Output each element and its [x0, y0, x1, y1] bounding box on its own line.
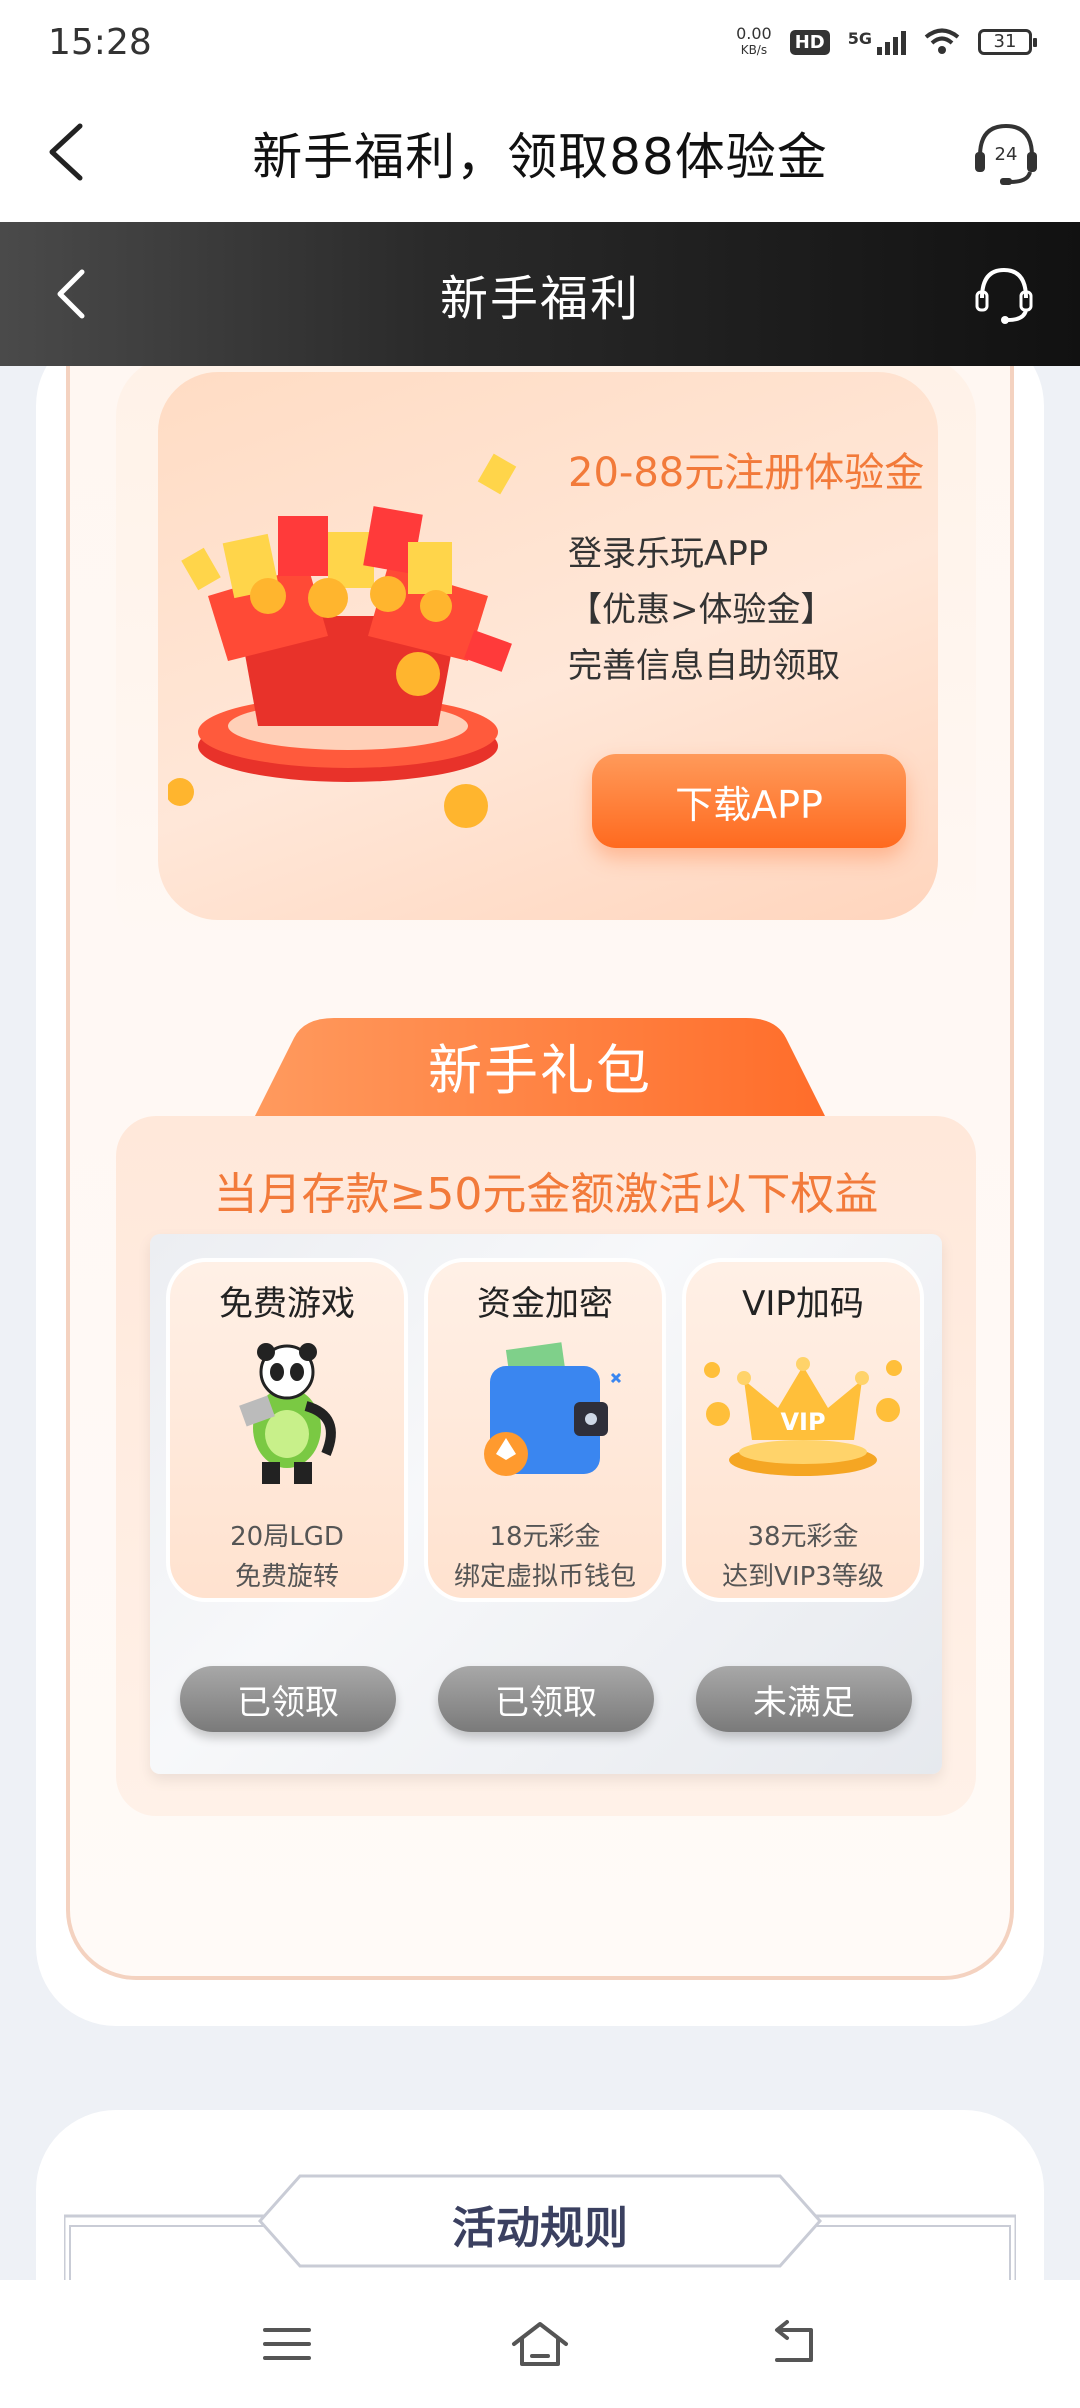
back-icon[interactable]	[38, 120, 98, 184]
claimed-button[interactable]: 已领取	[438, 1666, 654, 1732]
return-icon[interactable]	[761, 2316, 825, 2372]
benefit-condition: 绑定虚拟币钱包	[453, 1562, 636, 1592]
wifi-icon	[924, 28, 960, 54]
net-speed-unit: KB/s	[740, 43, 768, 57]
sub-header-title: 新手福利	[439, 271, 640, 327]
crypto-wallet-icon	[484, 1342, 622, 1476]
headset-icon[interactable]	[972, 262, 1036, 326]
net-speed-value: 0.00	[736, 24, 772, 43]
status-bar: 15:28 0.00 KB/s HD 5G 31	[0, 0, 1080, 84]
content-area[interactable]: 20-88元注册体验金 登录乐玩APP 【优惠>体验金】 完善信息自助领取 下载…	[0, 366, 1080, 2280]
gift-pack-heading: 当月存款≥50元金额激活以下权益	[213, 1169, 879, 1220]
sub-header: 新手福利	[0, 222, 1080, 366]
network-type-label: 5G	[847, 29, 872, 48]
gift-pack-title: 新手礼包	[428, 1039, 652, 1102]
gift-box-illustration	[168, 453, 517, 828]
benefit-reward: 38元彩金	[747, 1522, 859, 1552]
home-icon[interactable]	[508, 2316, 572, 2372]
panda-character-icon	[239, 1343, 336, 1484]
bonus-step-1: 登录乐玩APP	[568, 534, 769, 574]
vip-crown-icon: VIP	[704, 1357, 902, 1476]
cellular-signal-icon: 5G	[848, 29, 906, 55]
benefit-reward: 20局LGD	[230, 1522, 344, 1552]
vip-crown-label: VIP	[780, 1408, 825, 1436]
app-header: 新手福利，领取88体验金 24	[0, 84, 1080, 222]
status-icons: 0.00 KB/s HD 5G 31	[736, 26, 1037, 58]
download-app-button[interactable]: 下载APP	[592, 754, 906, 848]
customer-service-24h-icon[interactable]: 24	[970, 116, 1042, 188]
system-nav-bar	[0, 2280, 1080, 2408]
benefit-reward: 18元彩金	[489, 1522, 601, 1552]
menu-icon[interactable]	[255, 2316, 319, 2372]
bonus-step-3: 完善信息自助领取	[568, 646, 840, 686]
status-time: 15:28	[48, 21, 152, 63]
hd-icon: HD	[789, 29, 830, 55]
bonus-title: 20-88元注册体验金	[568, 450, 925, 496]
not-met-button[interactable]: 未满足	[696, 1666, 912, 1732]
page-title: 新手福利，领取88体验金	[252, 128, 828, 186]
benefit-condition: 免费旋转	[234, 1562, 339, 1592]
back-icon[interactable]	[52, 266, 92, 322]
benefit-title: 免费游戏	[219, 1284, 355, 1324]
bonus-step-2: 【优惠>体验金】	[568, 590, 835, 630]
benefit-condition: 达到VIP3等级	[722, 1562, 884, 1592]
support-badge: 24	[995, 144, 1018, 165]
net-speed-indicator: 0.00 KB/s	[736, 26, 772, 58]
claimed-button[interactable]: 已领取	[180, 1666, 396, 1732]
battery-level: 31	[993, 31, 1017, 52]
benefit-title: 资金加密	[477, 1284, 613, 1324]
battery-icon: 31	[978, 29, 1037, 55]
rules-title: 活动规则	[452, 2203, 628, 2254]
benefit-title: VIP加码	[742, 1284, 864, 1324]
